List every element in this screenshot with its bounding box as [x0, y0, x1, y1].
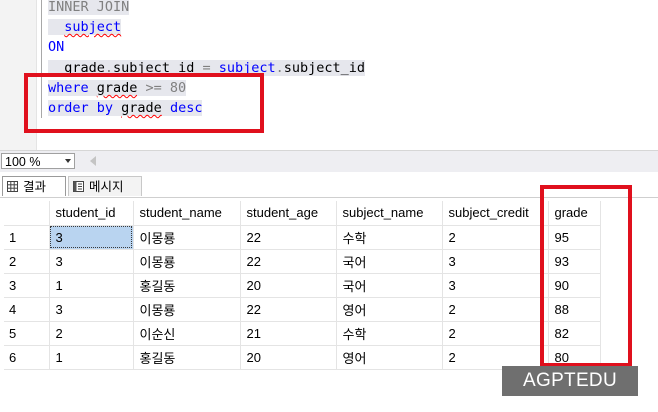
table-cell[interactable]: 3 [442, 273, 549, 298]
table-row[interactable]: 1 3 이몽룡 22 수학 2 95 [4, 225, 601, 250]
row-number[interactable]: 1 [4, 225, 50, 250]
table-cell[interactable]: 20 [240, 273, 337, 298]
row-number[interactable]: 6 [4, 345, 50, 370]
table-cell[interactable]: 1 [49, 345, 134, 370]
table-cell[interactable]: 3 [49, 249, 134, 274]
code-token: . [275, 60, 284, 76]
results-table: student_id student_name student_age subj… [4, 201, 601, 370]
table-cell[interactable]: 홍길동 [133, 273, 241, 298]
table-row[interactable]: 2 3 이몽룡 22 국어 3 93 [4, 249, 601, 274]
chevron-down-icon[interactable] [65, 159, 71, 163]
tab-results[interactable]: 결과 [2, 176, 66, 196]
grid-icon [7, 181, 18, 192]
corner-cell[interactable] [4, 201, 50, 226]
query-editor[interactable]: INNER JOIN subject ON grade.subject_id = … [0, 0, 658, 150]
watermark: AGPTEDU [502, 366, 638, 396]
row-number[interactable]: 5 [4, 321, 50, 346]
table-cell[interactable]: 영어 [336, 297, 443, 322]
table-cell[interactable]: 22 [240, 297, 337, 322]
table-cell[interactable]: 홍길동 [133, 345, 241, 370]
column-header[interactable]: student_age [240, 201, 337, 226]
table-cell[interactable]: 2 [442, 297, 549, 322]
code-token [48, 19, 65, 35]
table-cell[interactable]: 이몽룡 [133, 225, 241, 250]
table-cell[interactable]: 22 [240, 225, 337, 250]
table-cell[interactable]: 22 [240, 249, 337, 274]
code-token: subject [64, 19, 122, 35]
zoom-dropdown[interactable]: 100 % [1, 153, 75, 169]
table-cell[interactable]: 국어 [336, 273, 443, 298]
table-cell[interactable]: 수학 [336, 225, 443, 250]
table-cell[interactable]: 20 [240, 345, 337, 370]
table-cell[interactable]: 3 [49, 297, 134, 322]
highlight-box-grade [540, 185, 632, 367]
column-header[interactable]: student_name [133, 201, 241, 226]
zoom-value: 100 % [5, 155, 41, 169]
table-row[interactable]: 5 2 이순신 21 수학 2 82 [4, 321, 601, 346]
tab-messages-label: 메시지 [89, 179, 124, 194]
table-cell[interactable]: 국어 [336, 249, 443, 274]
header-row: student_id student_name student_age subj… [4, 201, 601, 226]
table-cell[interactable]: 영어 [336, 345, 443, 370]
column-header[interactable]: student_id [49, 201, 134, 226]
highlight-box-query [24, 73, 264, 133]
row-number[interactable]: 2 [4, 249, 50, 274]
code-line[interactable]: subject [48, 17, 122, 37]
table-cell[interactable]: 이몽룡 [133, 297, 241, 322]
table-cell[interactable]: 2 [442, 321, 549, 346]
code-token: ON [48, 39, 65, 55]
column-header[interactable]: subject_name [336, 201, 443, 226]
table-cell[interactable]: 3 [49, 225, 134, 250]
code-token: INNER JOIN [48, 0, 130, 15]
row-number[interactable]: 3 [4, 273, 50, 298]
table-cell[interactable]: 2 [49, 321, 134, 346]
table-row[interactable]: 3 1 홍길동 20 국어 3 90 [4, 273, 601, 298]
table-cell[interactable]: 이몽룡 [133, 249, 241, 274]
table-row[interactable]: 4 3 이몽룡 22 영어 2 88 [4, 297, 601, 322]
message-icon [73, 181, 84, 192]
row-number[interactable]: 4 [4, 297, 50, 322]
code-token: subject_id [283, 60, 366, 76]
column-header[interactable]: subject_credit [442, 201, 549, 226]
table-cell[interactable]: 이순신 [133, 321, 241, 346]
table-cell[interactable]: 3 [442, 249, 549, 274]
code-line[interactable]: ON [48, 37, 64, 57]
code-line[interactable]: INNER JOIN [48, 0, 130, 17]
table-cell[interactable]: 1 [49, 273, 134, 298]
table-cell[interactable]: 21 [240, 321, 337, 346]
table-cell[interactable]: 2 [442, 225, 549, 250]
tab-messages[interactable]: 메시지 [68, 176, 142, 196]
tab-results-label: 결과 [23, 179, 47, 194]
table-cell[interactable]: 수학 [336, 321, 443, 346]
scroll-left-arrow-icon[interactable] [90, 156, 96, 166]
editor-status-bar: 100 % [0, 150, 658, 172]
